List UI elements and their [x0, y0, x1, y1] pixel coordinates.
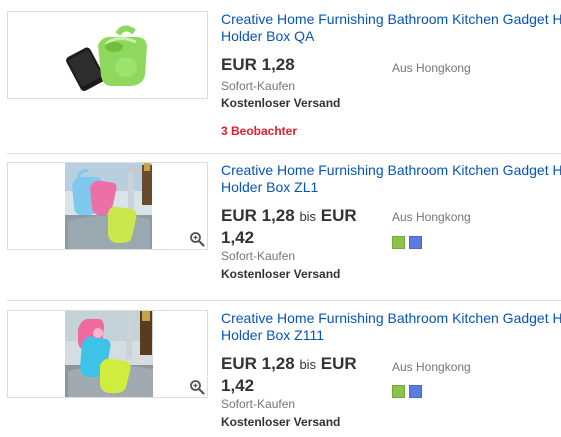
product-image[interactable]	[7, 310, 208, 398]
product-photo-kitchen-sink	[8, 311, 207, 397]
location-label: Aus Hongkong	[392, 360, 471, 374]
price-to-currency: EUR	[320, 354, 357, 373]
color-swatch-blue[interactable]	[409, 385, 422, 398]
shipping-label: Kostenloser Versand	[221, 415, 341, 429]
title-line-1: Creative Home Furnishing Bathroom Kitche…	[221, 310, 561, 326]
listing-title-link[interactable]: Creative Home Furnishing Bathroom Kitche…	[221, 310, 561, 344]
price-separator: bis	[299, 357, 317, 372]
listing-item-3: Creative Home Furnishing Bathroom Kitche…	[0, 0, 561, 437]
price-from: EUR 1,28	[221, 354, 295, 373]
price-range: EUR 1,28 bis EUR 1,42	[221, 353, 357, 396]
color-swatch-green[interactable]	[392, 385, 405, 398]
buy-type-label: Sofort-Kaufen	[221, 397, 296, 411]
zoom-magnifier-icon[interactable]	[189, 379, 205, 395]
title-line-2: Holder Box Z111	[221, 327, 324, 343]
price-to-amount: 1,42	[221, 376, 255, 395]
